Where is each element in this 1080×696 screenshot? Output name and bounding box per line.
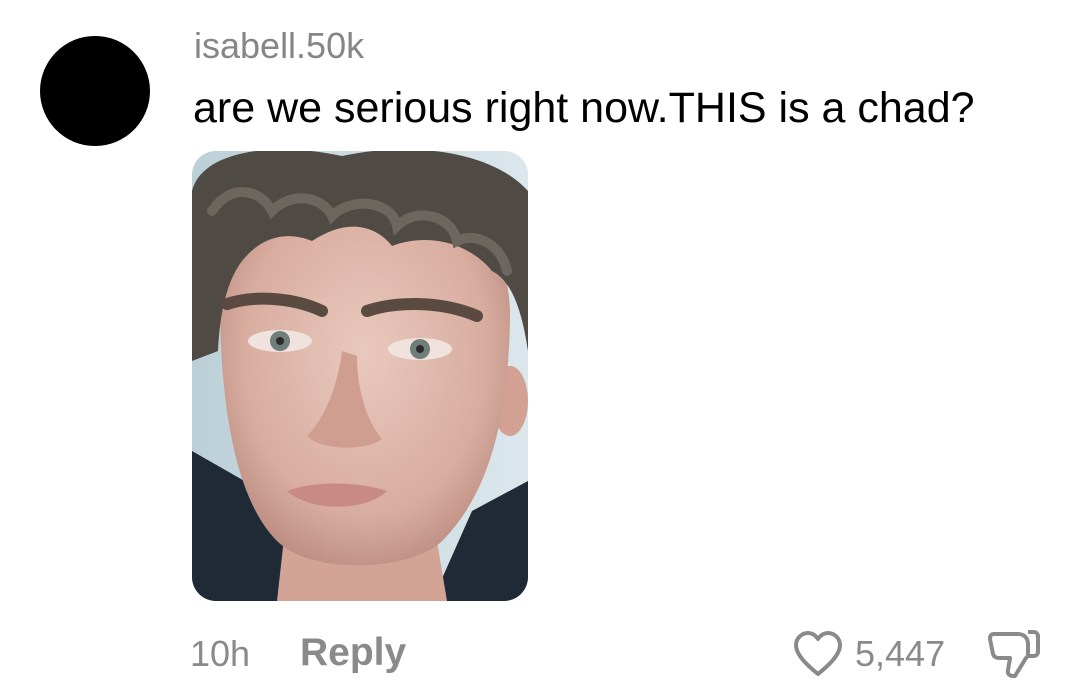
comment-timestamp: 10h <box>190 633 251 674</box>
heart-icon <box>792 631 844 682</box>
like-button[interactable] <box>792 630 844 678</box>
like-count: 5,447 <box>855 633 946 674</box>
reply-button[interactable]: Reply <box>300 630 406 676</box>
dislike-button[interactable] <box>988 626 1040 680</box>
comment-username[interactable]: isabell.50k <box>194 24 364 68</box>
comment-photo[interactable] <box>192 151 528 601</box>
avatar[interactable] <box>40 36 150 146</box>
comment-item: isabell.50k are we serious right now.THI… <box>0 0 1080 696</box>
thumbs-down-icon <box>988 630 1040 684</box>
comment-text: are we serious right now.THIS is a chad? <box>193 84 975 132</box>
